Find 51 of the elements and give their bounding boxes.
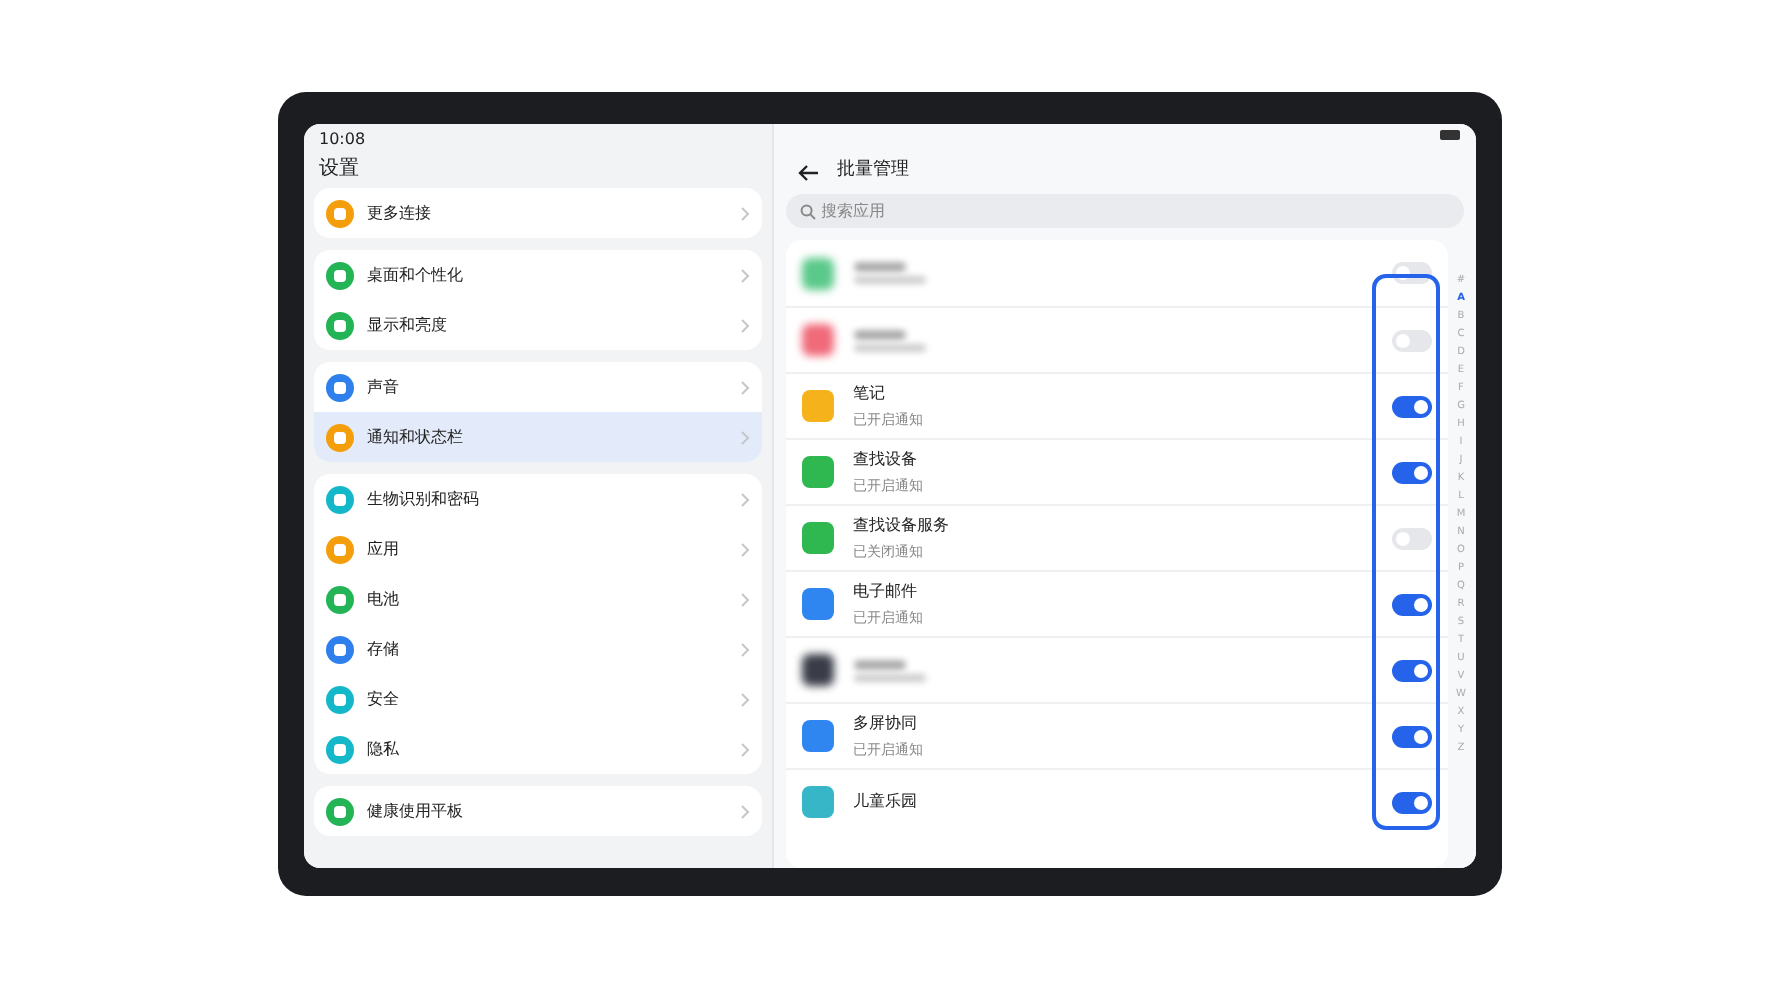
settings-item[interactable]: 隐私 xyxy=(313,724,761,774)
settings-item[interactable]: 存储 xyxy=(313,624,761,674)
battery-icon xyxy=(1439,130,1459,140)
blurred-text xyxy=(853,659,905,669)
chevron-icon xyxy=(739,741,749,757)
toggle-switch[interactable] xyxy=(1391,461,1431,483)
chevron-icon xyxy=(739,803,749,819)
settings-item[interactable]: 显示和亮度 xyxy=(313,300,761,350)
settings-item[interactable]: 桌面和个性化 xyxy=(313,250,761,300)
settings-item[interactable]: 生物识别和密码 xyxy=(313,474,761,524)
toggle-switch[interactable] xyxy=(1391,527,1431,549)
search-icon xyxy=(799,204,815,220)
settings-item[interactable]: 健康使用平板 xyxy=(313,786,761,836)
chevron-icon xyxy=(739,379,749,395)
chevron-icon xyxy=(739,429,749,445)
toggle-switch[interactable] xyxy=(1391,593,1431,615)
toggle-switch[interactable] xyxy=(1391,329,1431,351)
chevron-icon xyxy=(739,691,749,707)
page-title: 批量管理 xyxy=(837,158,909,185)
chevron-icon xyxy=(739,205,749,221)
app-name: 多屏协同 xyxy=(853,711,919,736)
search-field[interactable]: 搜索应用 xyxy=(785,194,1463,228)
chevron-icon xyxy=(739,491,749,507)
settings-item[interactable]: 更多连接 xyxy=(313,188,761,238)
blurred-text xyxy=(853,262,905,272)
app-name: 儿童乐园 xyxy=(853,790,919,814)
settings-item[interactable]: 通知和状态栏 xyxy=(313,412,761,462)
toggle-switch[interactable] xyxy=(1391,395,1431,417)
toggle-switch[interactable] xyxy=(1391,725,1431,747)
chevron-icon xyxy=(739,317,749,333)
blurred-text xyxy=(853,276,925,284)
app-name: 笔记 xyxy=(853,381,887,406)
chevron-icon xyxy=(739,267,749,283)
toggle-switch[interactable] xyxy=(1391,659,1431,681)
app-name: 查找设备服务 xyxy=(853,513,951,538)
app-name: 查找设备 xyxy=(853,447,919,472)
chevron-icon xyxy=(739,591,749,607)
page-title: 设置 xyxy=(317,155,361,184)
settings-item[interactable]: 安全 xyxy=(313,674,761,724)
blurred-text xyxy=(853,343,925,351)
settings-item[interactable]: 电池 xyxy=(313,574,761,624)
blurred-text xyxy=(853,329,905,339)
chevron-icon xyxy=(739,541,749,557)
app-name: 电子邮件 xyxy=(853,579,919,604)
back-icon[interactable] xyxy=(797,163,819,181)
settings-item[interactable]: 声音 xyxy=(313,362,761,412)
status-time: 10:08 xyxy=(317,128,368,150)
settings-item[interactable]: 应用 xyxy=(313,524,761,574)
toggle-switch[interactable] xyxy=(1391,791,1431,813)
blurred-text xyxy=(853,673,925,681)
chevron-icon xyxy=(739,641,749,657)
